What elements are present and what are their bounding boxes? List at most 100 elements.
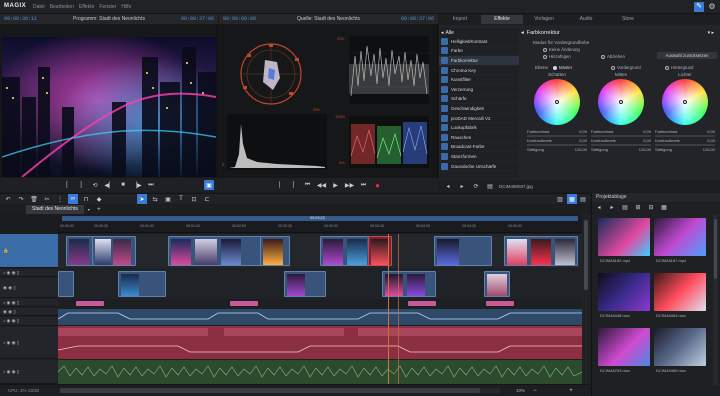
cc-range-background[interactable]: Hintergrund xyxy=(665,65,693,70)
source-mark-out-icon[interactable]: ] xyxy=(289,180,299,190)
volume-curve[interactable] xyxy=(58,309,582,325)
wheel-handle[interactable] xyxy=(619,100,623,104)
step-back-icon[interactable]: ◀▏ xyxy=(104,180,114,190)
timeline-hscroll-thumb[interactable] xyxy=(60,388,480,393)
video-clip[interactable] xyxy=(260,236,290,266)
wheel-handle[interactable] xyxy=(555,100,559,104)
layout-icon-3[interactable]: ▤ xyxy=(578,194,588,204)
bin-add-icon[interactable]: ⊞ xyxy=(633,202,643,212)
track-lock-icon[interactable]: 🔒 xyxy=(3,248,9,254)
layout-icon-2[interactable]: ▦ xyxy=(567,194,577,204)
wheel-slider[interactable] xyxy=(655,135,715,137)
zoom-out-icon[interactable]: − xyxy=(530,386,540,396)
wheel-saturation-value[interactable]: 128,00 xyxy=(639,147,651,152)
wheel-saturation-value[interactable]: 128,00 xyxy=(575,147,587,152)
effect-item[interactable]: Helligkeit/Kontrast xyxy=(439,37,519,47)
cc-range-foreground[interactable]: Vordergrund xyxy=(611,65,641,70)
marker-icon[interactable]: ◆ xyxy=(94,194,104,204)
redo-icon[interactable]: ↷ xyxy=(16,194,26,204)
menu-item-effekte[interactable]: Effekte xyxy=(79,4,94,10)
timeline-hscroll[interactable] xyxy=(60,388,500,393)
back-arrow-icon[interactable]: ◂ xyxy=(441,30,444,36)
pointer-icon[interactable]: ➤ xyxy=(137,194,147,204)
zoom-in-icon[interactable]: + xyxy=(566,386,576,396)
cc-option-none[interactable]: Keine Änderung xyxy=(543,47,580,52)
bin-back-icon[interactable]: ◂ xyxy=(594,202,604,212)
pen-icon[interactable]: ✎ xyxy=(694,2,704,12)
bin-scrollbar[interactable] xyxy=(713,215,718,385)
cut-icon[interactable]: ✂ xyxy=(42,194,52,204)
magnet-icon[interactable]: ⊓ xyxy=(81,194,91,204)
layout-icon-1[interactable]: ▥ xyxy=(555,194,565,204)
wheel-saturation-value[interactable]: 128,00 xyxy=(703,147,715,152)
wheel-slider[interactable] xyxy=(591,135,651,137)
crop-icon[interactable]: ⊡ xyxy=(189,194,199,204)
tab-import[interactable]: Import xyxy=(439,15,481,24)
ripple-icon[interactable]: ⇆ xyxy=(150,194,160,204)
effect-item[interactable]: Kunstfilter xyxy=(439,75,519,85)
wheel-width-value[interactable]: 0,00 xyxy=(579,138,587,143)
track-head-video-3[interactable]: ◉ ◉ ▯ xyxy=(0,308,58,316)
color-wheel[interactable] xyxy=(662,79,708,125)
effect-item[interactable]: Gaussische Unschärfe xyxy=(439,162,519,172)
effect-item[interactable]: Farbe xyxy=(439,47,519,57)
track-head-video-1[interactable]: 🔒 xyxy=(0,234,58,268)
track-head-video-2[interactable]: ◉ ◉ ▯ xyxy=(0,278,58,298)
wheel-width-value[interactable]: 0,00 xyxy=(707,138,715,143)
bin-folder-icon[interactable]: ▤ xyxy=(620,202,630,212)
source-forward-icon[interactable]: ▶▶ xyxy=(345,180,355,190)
loop-icon[interactable]: ⟲ xyxy=(90,180,100,190)
cc-option-subtract[interactable]: Abziehen xyxy=(601,54,625,59)
source-rewind-icon[interactable]: ◀◀ xyxy=(317,180,327,190)
wheel-width-value[interactable]: 0,00 xyxy=(643,138,651,143)
effect-item[interactable]: Rauschen xyxy=(439,133,519,143)
folder-icon[interactable]: ▤ xyxy=(485,181,495,191)
wheel-contrast-value[interactable]: 0,00 xyxy=(579,129,587,134)
more-icon[interactable]: ▾ ▸ xyxy=(708,30,714,36)
video-clip[interactable] xyxy=(58,271,74,297)
media-thumb[interactable] xyxy=(598,273,650,311)
title-clip[interactable] xyxy=(408,301,436,306)
back-arrow-icon[interactable]: ◂ xyxy=(521,30,524,36)
step-forward-icon[interactable]: ▕▶ xyxy=(132,180,142,190)
color-wheel[interactable] xyxy=(534,79,580,125)
video-clip[interactable] xyxy=(504,236,578,266)
text-icon[interactable]: T xyxy=(176,194,186,204)
effect-item[interactable]: Schärfe xyxy=(439,95,519,105)
bin-remove-icon[interactable]: ⊟ xyxy=(646,202,656,212)
refresh-icon[interactable]: ⟳ xyxy=(471,181,481,191)
undo-icon[interactable]: ↶ xyxy=(3,194,13,204)
project-tab[interactable]: Stadt des Neonlichts xyxy=(26,205,84,214)
tab-close-icon[interactable]: ▾ xyxy=(84,205,94,215)
track-head-audio-1[interactable]: ♪ ◉ ◉ ▯ xyxy=(0,269,58,277)
video-clip[interactable] xyxy=(484,271,510,297)
video-clip[interactable] xyxy=(284,271,326,297)
record-icon[interactable]: ● xyxy=(373,180,383,190)
video-clip[interactable] xyxy=(382,271,436,297)
cc-reset-button[interactable]: Auswahl zurücksetzen xyxy=(657,52,717,59)
split-icon[interactable]: ⋮ xyxy=(55,194,65,204)
skip-end-icon[interactable]: ⏭ xyxy=(146,180,156,190)
media-thumb[interactable] xyxy=(654,328,706,366)
effect-item[interactable]: Verzerrung xyxy=(439,85,519,95)
video-clip[interactable] xyxy=(434,236,492,266)
trim-icon[interactable]: ⊏ xyxy=(202,194,212,204)
wheel-contrast-value[interactable]: 0,00 xyxy=(643,129,651,134)
track-head-audio-2[interactable]: ♪ ◉ ◉ ▯ xyxy=(0,299,58,307)
timeline-ruler[interactable]: 00:03:23 00:00:00 00:00:30 00:01:00 00:0… xyxy=(58,214,582,233)
nav-back-icon[interactable]: ◂ xyxy=(443,181,453,191)
mark-out-icon[interactable]: ] xyxy=(76,180,86,190)
stop-icon[interactable]: ■ xyxy=(118,180,128,190)
menu-item-datei[interactable]: Datei xyxy=(33,4,45,10)
video-clip[interactable] xyxy=(168,236,264,266)
video-clip[interactable] xyxy=(92,236,136,266)
media-thumb[interactable] xyxy=(598,218,650,256)
tab-vorlagen[interactable]: Vorlagen xyxy=(523,15,565,24)
playhead[interactable] xyxy=(388,234,389,384)
wheel-handle[interactable] xyxy=(683,100,687,104)
media-thumb[interactable] xyxy=(598,328,650,366)
track-head-audio-4[interactable]: ♪ ◉ ◉ ▯ xyxy=(0,327,58,359)
color-wheel[interactable] xyxy=(598,79,644,125)
source-prev-icon[interactable]: ⏮ xyxy=(303,180,313,190)
tab-store[interactable]: Store xyxy=(607,15,649,24)
